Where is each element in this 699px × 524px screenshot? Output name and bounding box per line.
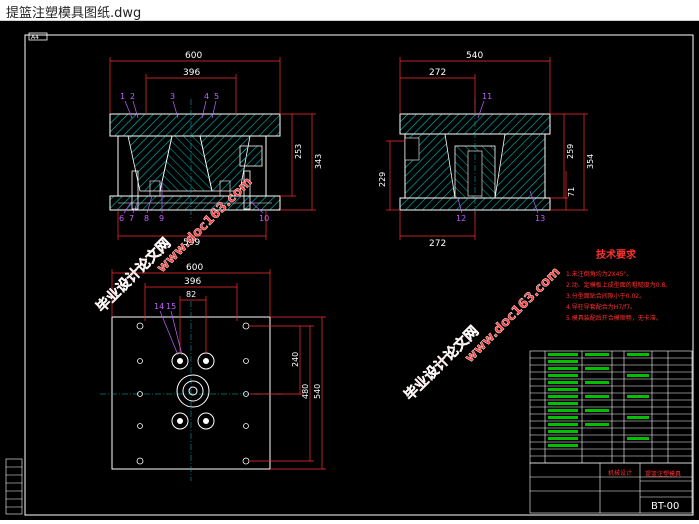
tech-item-4: 4.导柱导套配合为H7/f7。: [566, 303, 636, 311]
side-dim-h4: 71: [567, 187, 576, 197]
tech-item-5: 5.模具装配后开合模顺畅，无卡滞。: [566, 314, 662, 322]
side-dim-width: 540: [466, 51, 483, 61]
title-project: 提篮注塑模具: [645, 470, 681, 478]
side-view: 540 272 272 259 354 229 71: [378, 51, 595, 249]
front-dim-inner: 396: [183, 68, 200, 78]
plan-dim-v2: 480: [301, 384, 310, 399]
front-part-8: 8: [144, 214, 149, 223]
title-drawing-no: BT-00: [651, 501, 679, 512]
plan-part-14: 14: [154, 302, 164, 311]
front-part-4: 4: [204, 92, 209, 101]
plan-part-15: 15: [166, 302, 176, 311]
front-part-10: 10: [259, 214, 269, 223]
tech-item-3: 3.分型面贴合间隙小于0.02。: [566, 292, 645, 300]
corner-tag: A4: [31, 34, 39, 41]
side-dim-bottom: 272: [429, 239, 446, 249]
tech-item-2: 2.动、定模板上成型面的粗糙度为0.8。: [566, 281, 671, 289]
left-strip: [5, 458, 23, 515]
side-part-13: 13: [535, 214, 545, 223]
plan-dim-width: 600: [186, 263, 203, 273]
front-top-plate: [109, 113, 281, 137]
tech-heading: 技术要求: [596, 248, 637, 261]
front-dim-width: 600: [185, 51, 202, 61]
front-dim-total: 343: [314, 154, 323, 169]
watermark-url-2: www.doc163.com: [462, 264, 563, 365]
front-part-7: 7: [129, 214, 134, 223]
tech-requirements: 技术要求 1.未注倒角均为2X45°。 2.动、定模板上成型面的粗糙度为0.8。…: [566, 248, 671, 322]
title-company: 机械设计: [608, 469, 632, 477]
front-part-3: 3: [170, 92, 175, 101]
front-part-1: 1: [120, 92, 125, 101]
drawing-svg: A4 600 396 253 343 599 1 2 3 4 5 6 7 8 9…: [5, 32, 694, 516]
plan-view: 600 396 82 240 480 540: [100, 263, 326, 481]
front-part-9: 9: [159, 214, 164, 223]
side-dim-h1: 259: [566, 144, 575, 159]
front-part-5: 5: [214, 92, 219, 101]
side-dim-h2: 354: [586, 154, 595, 169]
side-dim-left: 272: [429, 68, 446, 78]
plan-dim-pitch: 82: [186, 290, 196, 299]
drawing-canvas[interactable]: A4 600 396 253 343 599 1 2 3 4 5 6 7 8 9…: [0, 21, 699, 520]
front-part-2: 2: [130, 92, 135, 101]
side-part-12: 12: [456, 214, 466, 223]
window-title: 提篮注塑模具图纸.dwg: [6, 6, 142, 21]
title-bar: 提篮注塑模具图纸.dwg: [0, 0, 699, 21]
side-part-11: 11: [482, 92, 492, 101]
watermark-2: 毕业设计论文网 www.doc163.com: [401, 264, 564, 404]
plan-dim-v1: 240: [291, 352, 300, 367]
front-part-6: 6: [119, 214, 124, 223]
side-dim-h3: 229: [378, 172, 387, 187]
front-dim-upper: 253: [294, 144, 303, 159]
plan-dim-inner: 396: [184, 277, 201, 287]
tech-item-1: 1.未注倒角均为2X45°。: [566, 270, 632, 278]
plan-dim-v3: 540: [313, 384, 322, 399]
